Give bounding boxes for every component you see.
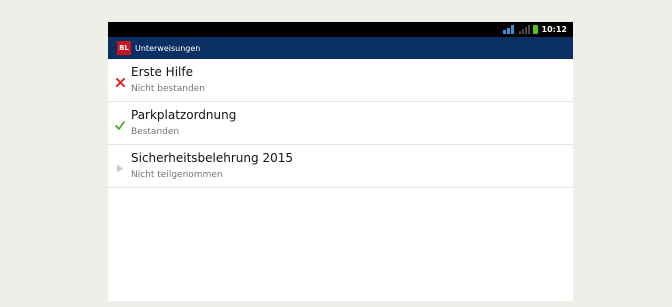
action-bar: BL Unterweisungen (108, 37, 573, 59)
phone-screen: 10:12 BL Unterweisungen Erste Hilfe Nich… (108, 22, 573, 301)
item-status: Bestanden (131, 127, 180, 137)
status-bar: 10:12 (108, 22, 573, 37)
list-item[interactable]: Sicherheitsbelehrung 2015 Nicht teilgeno… (108, 145, 573, 188)
training-list: Erste Hilfe Nicht bestanden Parkplatzord… (108, 59, 573, 188)
app-title: Unterweisungen (135, 43, 201, 53)
list-item[interactable]: Parkplatzordnung Bestanden (108, 102, 573, 145)
status-time: 10:12 (541, 25, 567, 34)
item-title: Erste Hilfe (131, 65, 193, 79)
check-icon (114, 119, 126, 131)
app-logo-icon[interactable]: BL (117, 41, 131, 55)
item-status: Nicht bestanden (131, 84, 205, 94)
play-icon (114, 162, 126, 174)
cross-icon (114, 76, 126, 88)
signal-icon (518, 25, 530, 34)
list-item[interactable]: Erste Hilfe Nicht bestanden (108, 59, 573, 102)
battery-icon (532, 25, 538, 34)
status-icons: 10:12 (502, 24, 567, 35)
item-status: Nicht teilgenommen (131, 170, 223, 180)
item-title: Parkplatzordnung (131, 108, 237, 122)
network-icon (502, 25, 515, 34)
item-title: Sicherheitsbelehrung 2015 (131, 151, 293, 165)
